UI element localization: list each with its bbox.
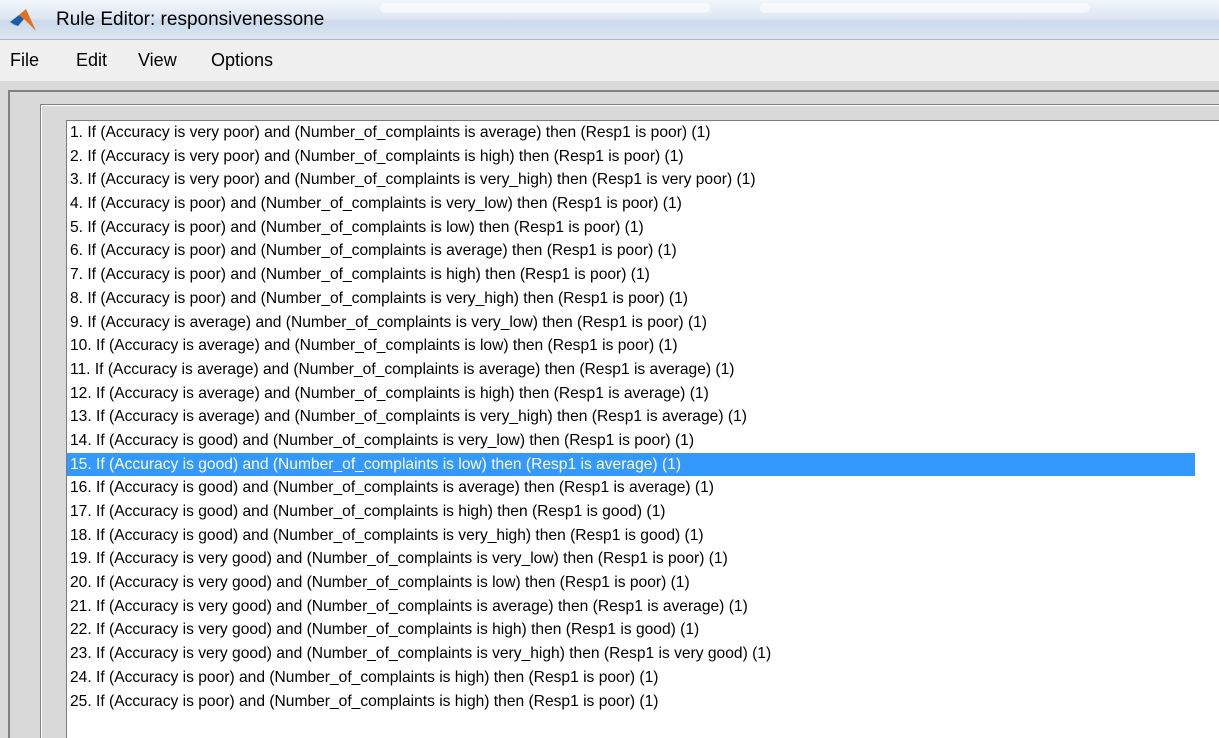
- rule-row[interactable]: 18. If (Accuracy is good) and (Number_of…: [67, 524, 1219, 548]
- rule-row[interactable]: 12. If (Accuracy is average) and (Number…: [67, 382, 1219, 406]
- rule-row[interactable]: 4. If (Accuracy is poor) and (Number_of_…: [67, 192, 1219, 216]
- rule-row[interactable]: 9. If (Accuracy is average) and (Number_…: [67, 311, 1219, 335]
- rule-row[interactable]: 21. If (Accuracy is very good) and (Numb…: [67, 595, 1219, 619]
- rule-row[interactable]: 7. If (Accuracy is poor) and (Number_of_…: [67, 263, 1219, 287]
- rule-row[interactable]: 11. If (Accuracy is average) and (Number…: [67, 358, 1219, 382]
- menu-file[interactable]: File: [6, 50, 43, 71]
- menu-options[interactable]: Options: [207, 50, 277, 71]
- rule-row[interactable]: 1. If (Accuracy is very poor) and (Numbe…: [67, 121, 1219, 145]
- rule-row[interactable]: 19. If (Accuracy is very good) and (Numb…: [67, 547, 1219, 571]
- rule-row[interactable]: 6. If (Accuracy is poor) and (Number_of_…: [67, 239, 1219, 263]
- menu-view[interactable]: View: [134, 50, 181, 71]
- rule-row[interactable]: 2. If (Accuracy is very poor) and (Numbe…: [67, 145, 1219, 169]
- rule-list[interactable]: 1. If (Accuracy is very poor) and (Numbe…: [66, 120, 1219, 738]
- rule-row[interactable]: 23. If (Accuracy is very good) and (Numb…: [67, 642, 1219, 666]
- window-title: Rule Editor: responsivenessone: [56, 9, 325, 30]
- rule-row[interactable]: 14. If (Accuracy is good) and (Number_of…: [67, 429, 1219, 453]
- menu-bar: File Edit View Options: [0, 40, 1219, 82]
- rule-row[interactable]: 3. If (Accuracy is very poor) and (Numbe…: [67, 168, 1219, 192]
- rule-row[interactable]: 16. If (Accuracy is good) and (Number_of…: [67, 476, 1219, 500]
- rule-row[interactable]: 13. If (Accuracy is average) and (Number…: [67, 405, 1219, 429]
- rule-row[interactable]: 17. If (Accuracy is good) and (Number_of…: [67, 500, 1219, 524]
- title-bar-glass: [760, 3, 1090, 13]
- rule-row[interactable]: 20. If (Accuracy is very good) and (Numb…: [67, 571, 1219, 595]
- rule-row-selected[interactable]: 15. If (Accuracy is good) and (Number_of…: [67, 452, 1195, 477]
- rule-row[interactable]: 5. If (Accuracy is poor) and (Number_of_…: [67, 216, 1219, 240]
- matlab-membrane-icon: [10, 9, 36, 31]
- rule-row[interactable]: 25. If (Accuracy is poor) and (Number_of…: [67, 690, 1219, 714]
- rule-row[interactable]: 10. If (Accuracy is average) and (Number…: [67, 334, 1219, 358]
- title-bar[interactable]: Rule Editor: responsivenessone: [0, 0, 1219, 40]
- rule-row[interactable]: 8. If (Accuracy is poor) and (Number_of_…: [67, 287, 1219, 311]
- menu-edit[interactable]: Edit: [72, 50, 111, 71]
- title-bar-glass: [380, 3, 710, 13]
- rule-row[interactable]: 22. If (Accuracy is very good) and (Numb…: [67, 618, 1219, 642]
- rule-row[interactable]: 24. If (Accuracy is poor) and (Number_of…: [67, 666, 1219, 690]
